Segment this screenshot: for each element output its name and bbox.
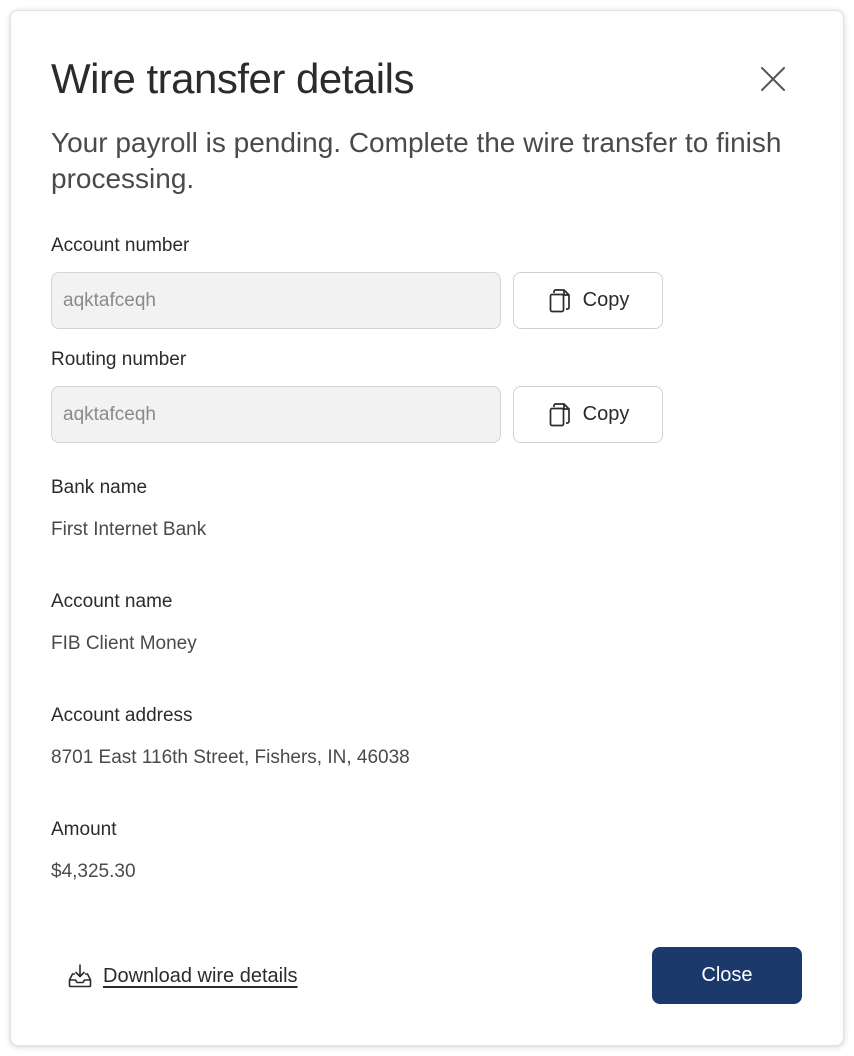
copy-account-number-button[interactable]: Copy [513,272,663,329]
close-button[interactable]: Close [652,947,802,1004]
wire-transfer-modal: Wire transfer details Your payroll is pe… [10,10,844,1046]
modal-title: Wire transfer details [51,55,414,102]
account-number-field[interactable] [51,272,501,329]
copy-icon [549,402,570,426]
routing-number-label: Routing number [51,349,187,370]
copy-routing-number-button[interactable]: Copy [513,386,663,443]
download-wire-details-label[interactable]: Download wire details [103,965,298,988]
bank-name-value: First Internet Bank [51,519,207,540]
amount-label: Amount [51,819,117,840]
modal-subtitle: Your payroll is pending. Complete the wi… [51,127,782,194]
account-name-value: FIB Client Money [51,633,197,654]
account-address-value: 8701 East 116th Street, Fishers, IN, 460… [51,747,410,768]
account-number-label: Account number [51,235,190,256]
amount-value: $4,325.30 [51,861,136,882]
download-wire-details-link[interactable]: Download wire details [67,963,298,989]
bank-name-label: Bank name [51,477,148,498]
copy-icon [549,288,570,312]
account-address-label: Account address [51,705,193,726]
account-name-label: Account name [51,591,173,612]
close-icon[interactable] [757,63,789,95]
routing-number-field[interactable] [51,386,501,443]
download-icon [68,964,92,988]
copy-button-label: Copy [582,403,630,425]
copy-button-label: Copy [582,289,630,311]
close-modal-button[interactable] [757,63,789,95]
